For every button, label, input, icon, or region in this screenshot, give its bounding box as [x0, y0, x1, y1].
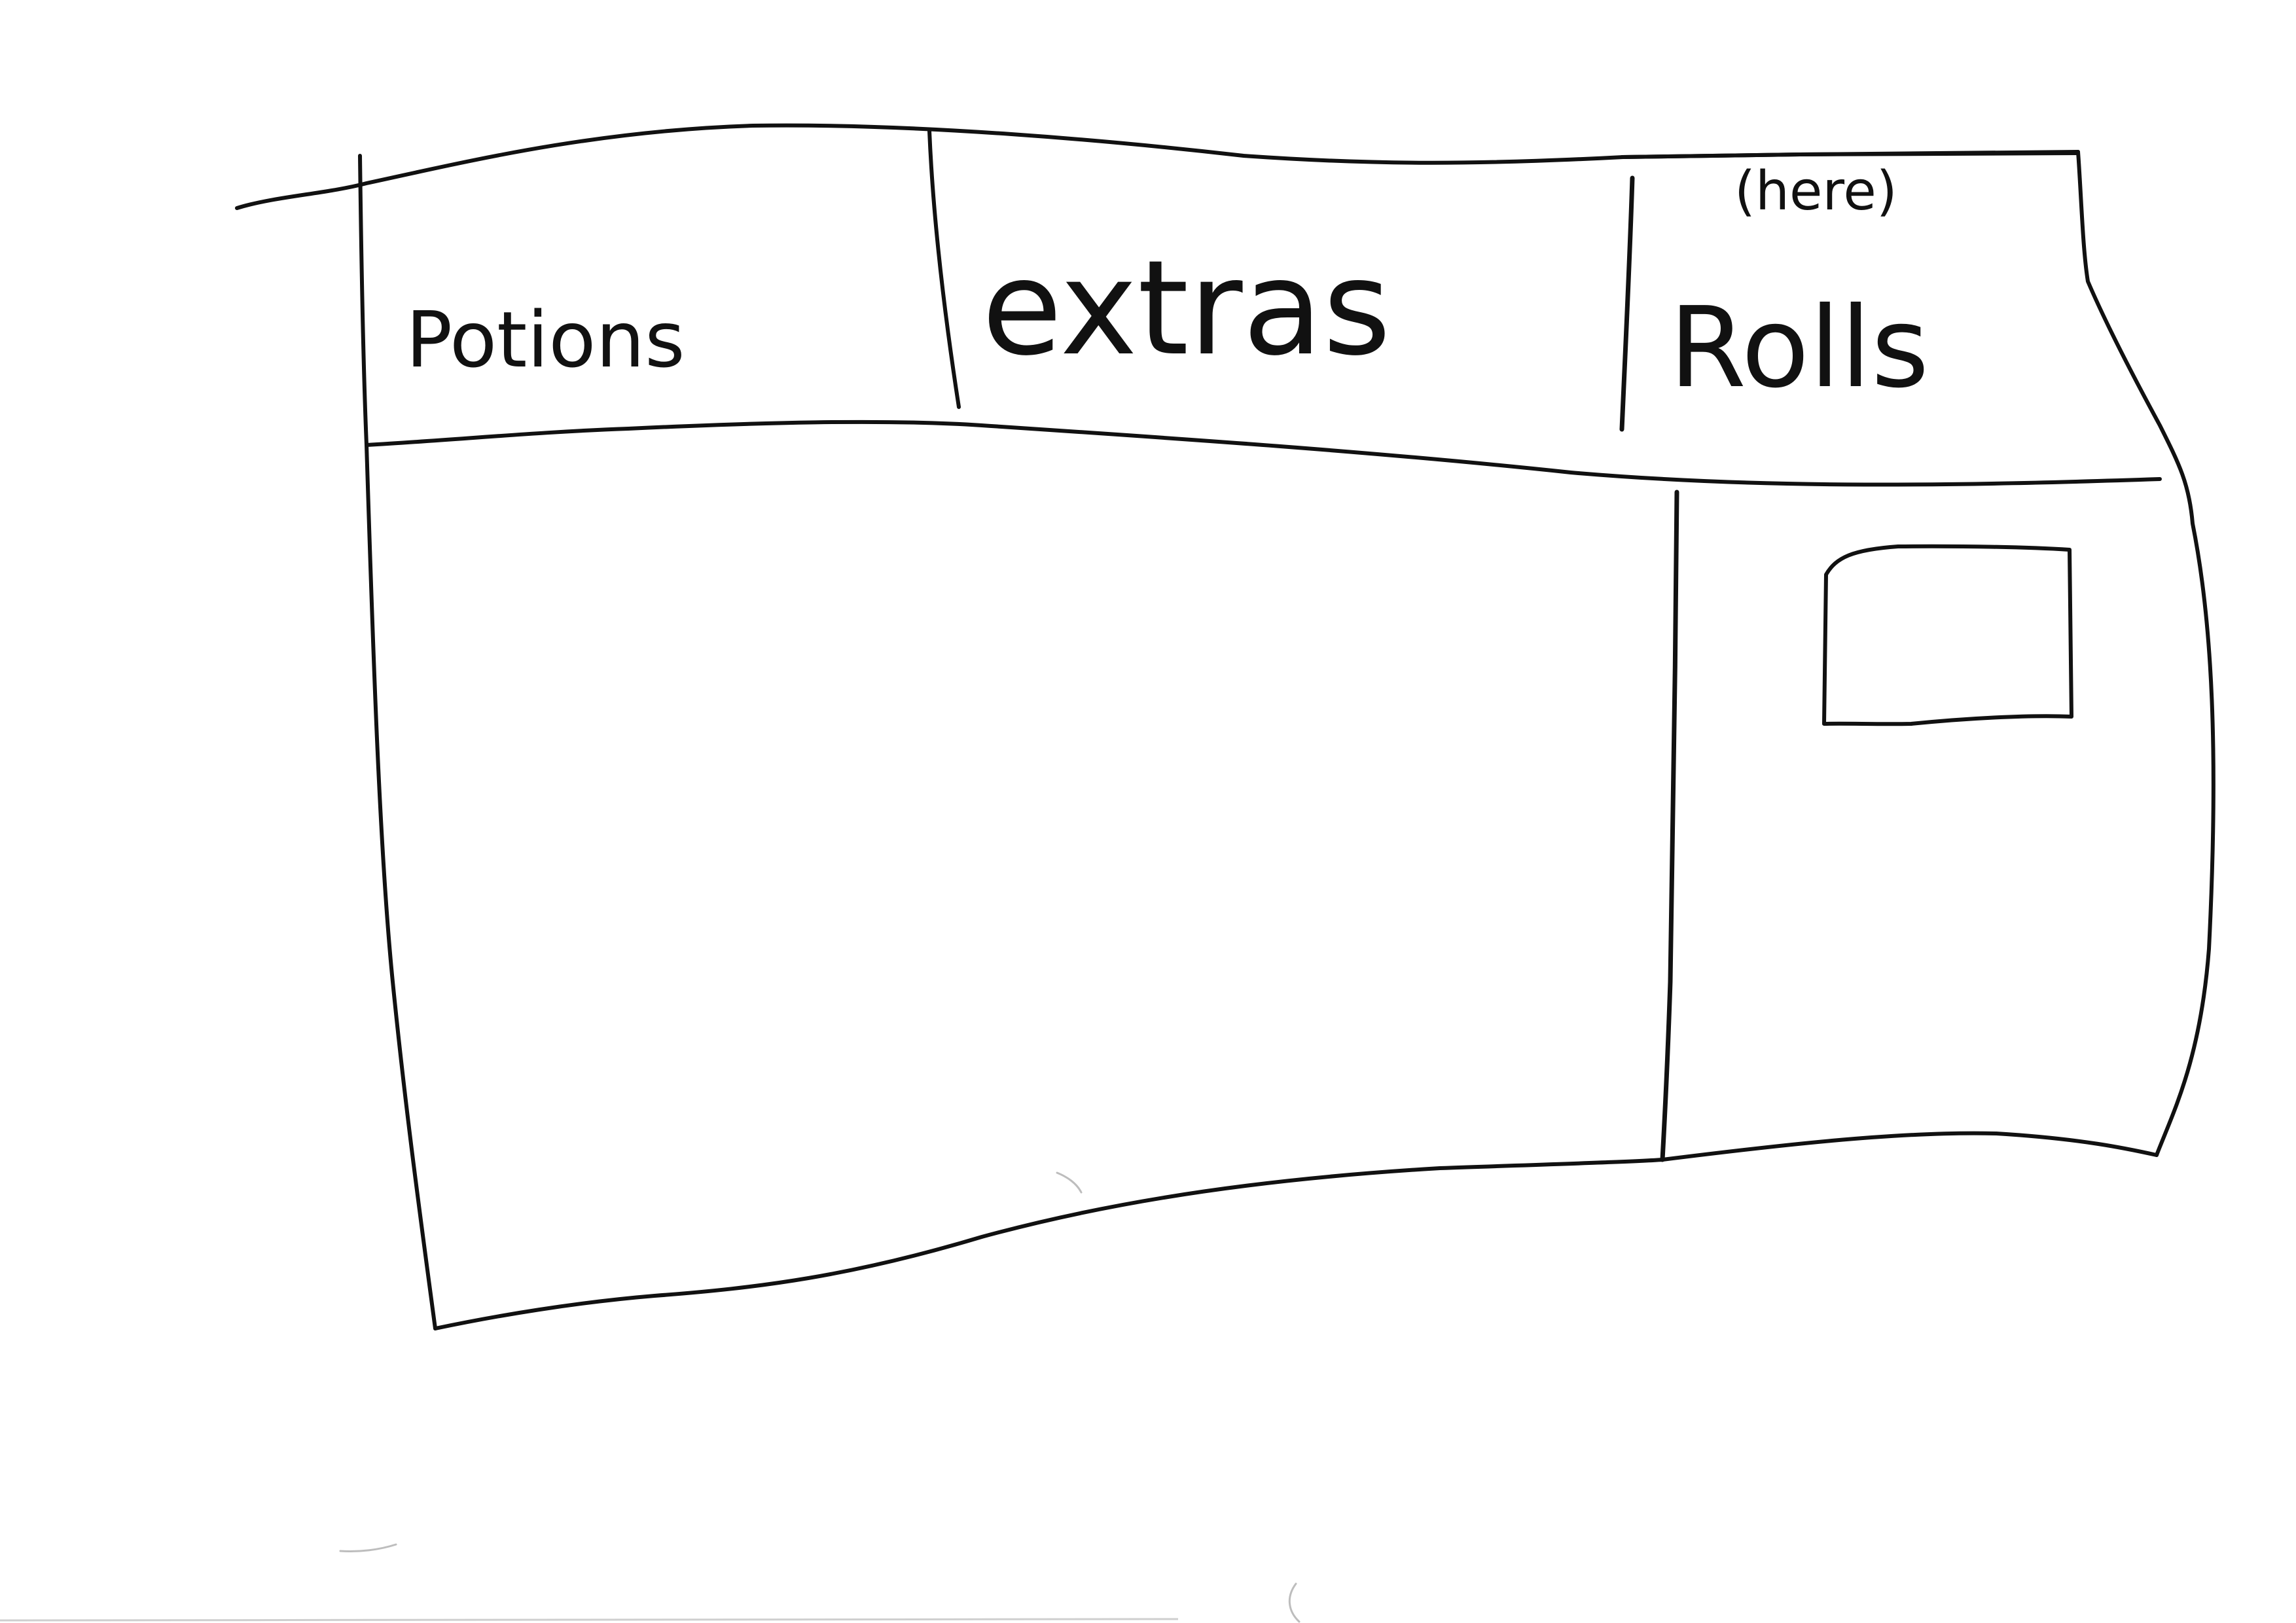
frame-bottom-edge: [433, 1158, 1664, 1330]
side-panel-box[interactable]: [1822, 544, 2073, 726]
tab-extras-label[interactable]: extras: [982, 232, 1391, 385]
scan-bottom-edge: [0, 1618, 1179, 1622]
hand-drawn-wireframe: Potions extras (here) Rolls: [0, 123, 2215, 1623]
rolls-tab-right: [2076, 150, 2215, 1157]
stray-mark-3: [1288, 1582, 1300, 1623]
tab-rolls-label[interactable]: Rolls: [1669, 283, 1929, 413]
tab-divider-1: [927, 129, 961, 409]
stray-mark-1: [1056, 1171, 1083, 1194]
tab-rolls-note: (here): [1734, 160, 1897, 223]
header-divider: [365, 419, 2162, 487]
panel-divider: [1660, 490, 1679, 1162]
tab-potions-label[interactable]: Potions: [406, 294, 685, 385]
side-panel-bottom: [1660, 1131, 2159, 1162]
tab-divider-2: [1619, 175, 1635, 432]
stray-mark-2: [339, 1543, 397, 1552]
